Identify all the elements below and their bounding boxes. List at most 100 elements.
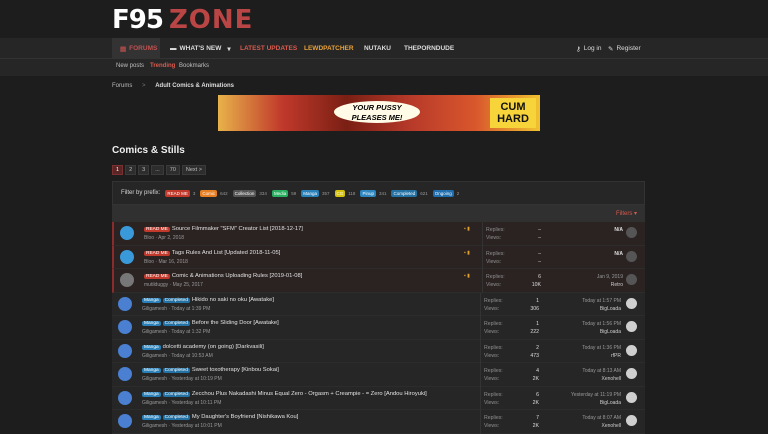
thread-prefix-tag[interactable]: Manga [142,368,161,373]
thread-row[interactable]: READ ME Tags Rules And List [Updated 2018… [112,245,645,269]
thread-row[interactable]: Manga Completed Before the Sliding Door [A… [112,316,645,340]
last-post-info[interactable]: Jan 9, 2019 Retro [551,273,623,289]
thread-title-text[interactable]: Hikido no saki no oku [Awatake] [192,297,274,303]
nav-whats-new[interactable]: ▬ WHAT'S NEW ▾ [170,38,231,59]
last-post-info[interactable]: N/A [551,250,623,258]
prefix-tag[interactable]: CG [334,189,346,197]
thread-prefix-tag[interactable]: Completed [162,297,190,303]
subnav-trending[interactable]: Trending [150,63,175,69]
prefix-tag[interactable]: Media [271,189,289,197]
thread-title[interactable]: Manga Completed Sweet toxotherapy [Kinbou … [142,367,279,373]
pager-item[interactable]: 1 [112,165,124,175]
thread-row[interactable]: Manga Completed Zecchou Plus Nakadashi Min… [112,386,645,410]
prefix-tag[interactable]: Completed [391,189,418,197]
prefix-tag[interactable]: READ ME [165,189,190,197]
login-link[interactable]: ⚷ Log in [576,38,601,59]
avatar[interactable] [118,390,132,405]
site-logo[interactable]: F95 ZONE [112,5,253,35]
last-post-info[interactable]: Today at 8:13 AM Xenohell [549,367,621,383]
prefix-tag[interactable]: Manga [301,189,319,197]
thread-title[interactable]: Manga Completed My Daughter's Boyfriend [N… [142,414,298,420]
thread-title-text[interactable]: Zecchou Plus Nakadashi Minus Equal Zero … [192,391,427,397]
breadcrumb-current[interactable]: Adult Comics & Animations [155,83,234,89]
thread-title[interactable]: READ ME Source Filmmaker "SFM" Creator Li… [144,226,303,232]
thread-title-text[interactable]: Tags Rules And List [Updated 2018-11-05] [172,250,281,256]
pager-item[interactable]: 2 [125,165,137,175]
ad-banner[interactable]: YOUR PUSSY PLEASES ME! CUM HARD [218,95,540,131]
thread-prefix-tag[interactable]: Manga [142,321,161,326]
thread-title-text[interactable]: Before the Sliding Door [Awatake] [192,320,279,326]
last-post-info[interactable]: Yesterday at 11:19 PM BigLoada [549,391,621,407]
subnav-new-posts[interactable]: New posts [116,63,144,69]
last-poster-avatar[interactable] [626,415,637,426]
prefix-tag[interactable]: Ongoing [432,189,454,197]
avatar[interactable] [120,273,134,287]
thread-title-text[interactable]: My Daughter's Boyfriend [Nishikawa Kou] [192,414,298,420]
last-post-info[interactable]: Today at 1:56 PM BigLoada [549,320,621,336]
pager-item[interactable]: Next > [181,165,206,175]
thread-prefix-tag[interactable]: Manga [142,415,161,420]
thread-title-text[interactable]: dolcetti academy (on going) [Darkvasili] [163,344,264,350]
thread-title[interactable]: Manga Completed Hikido no saki no oku [Awa… [142,297,274,303]
last-poster-avatar[interactable] [626,368,637,379]
thread-row[interactable]: Manga dolcetti academy (on going) [Darkva… [112,339,645,363]
pager-item[interactable]: 70 [165,165,180,175]
last-post-info[interactable]: N/A [551,226,623,234]
avatar[interactable] [118,320,132,334]
thread-row[interactable]: Manga Completed My Daughter's Boyfriend [N… [112,410,645,434]
nav-forums[interactable]: ▤ FORUMS [112,38,160,59]
thread-prefix-tag[interactable]: READ ME [144,227,170,232]
last-post-info[interactable]: Today at 1:57 PM BigLoada [549,297,621,313]
thread-prefix-tag[interactable]: Completed [162,415,190,420]
thread-meta: Giligamesh · Today at 1:39 PM [142,305,211,312]
breadcrumb-forums[interactable]: Forums [112,83,132,89]
thread-prefix-tag[interactable]: Completed [162,391,190,397]
subnav-bookmarks[interactable]: Bookmarks [179,63,209,69]
thread-title[interactable]: READ ME Tags Rules And List [Updated 2018… [144,250,280,256]
filters-button[interactable]: Filters ▾ [616,210,637,217]
last-poster-avatar[interactable] [626,297,637,309]
nav-latest-updates[interactable]: LATEST UPDATES [240,38,297,59]
thread-prefix-tag[interactable]: Manga [142,344,161,350]
last-poster-avatar[interactable] [626,250,637,262]
thread-row[interactable]: Manga Completed Sweet toxotherapy [Kinbou … [112,363,645,387]
last-post-info[interactable]: Today at 8:07 AM Xenohell [549,414,621,430]
avatar[interactable] [120,249,134,264]
thread-prefix-tag[interactable]: Completed [162,321,190,326]
avatar[interactable] [120,226,134,240]
thread-prefix-tag[interactable]: READ ME [144,274,170,279]
prefix-tag[interactable]: Collection [232,189,257,197]
thread-row[interactable]: Manga Completed Hikido no saki no oku [Awa… [112,292,645,316]
prefix-tag[interactable]: Comic [200,189,218,197]
prefix-tag[interactable]: Pinup [360,189,376,197]
thread-row[interactable]: READ ME Comic & Animations Uploading Rule… [112,269,645,293]
avatar[interactable] [118,414,132,428]
thread-prefix-tag[interactable]: READ ME [144,250,170,256]
nav-theporndude[interactable]: THEPORNDUDE [404,38,454,59]
column-divider [480,339,481,363]
thread-row[interactable]: READ ME Source Filmmaker "SFM" Creator Li… [112,222,645,246]
thread-title[interactable]: READ ME Comic & Animations Uploading Rule… [144,273,302,279]
avatar[interactable] [118,367,132,381]
last-poster-avatar[interactable] [626,321,637,332]
last-poster-avatar[interactable] [626,344,637,356]
thread-prefix-tag[interactable]: Manga [142,391,161,397]
avatar[interactable] [118,343,132,358]
last-poster-avatar[interactable] [626,227,637,238]
nav-lewdpatcher[interactable]: LEWDPATCHER [304,38,354,59]
last-post-info[interactable]: Today at 1:36 PM rfPR [549,344,621,360]
thread-title[interactable]: Manga Completed Zecchou Plus Nakadashi Min… [142,391,427,397]
register-link[interactable]: ✎ Register [608,38,641,59]
thread-title[interactable]: Manga dolcetti academy (on going) [Darkva… [142,344,264,350]
thread-title-text[interactable]: Sweet toxotherapy [Kinbou Sokai] [192,367,279,373]
thread-title-text[interactable]: Source Filmmaker "SFM" Creator List [201… [172,226,303,232]
pager-item[interactable]: 3 [138,165,150,175]
avatar[interactable] [118,296,132,311]
thread-title[interactable]: Manga Completed Before the Sliding Door [A… [142,320,279,326]
last-poster-avatar[interactable] [626,391,637,403]
thread-prefix-tag[interactable]: Completed [162,368,190,373]
last-poster-avatar[interactable] [626,274,637,285]
thread-title-text[interactable]: Comic & Animations Uploading Rules [2019… [172,273,303,279]
thread-prefix-tag[interactable]: Manga [142,297,161,303]
nav-nutaku[interactable]: NUTAKU [364,38,391,59]
